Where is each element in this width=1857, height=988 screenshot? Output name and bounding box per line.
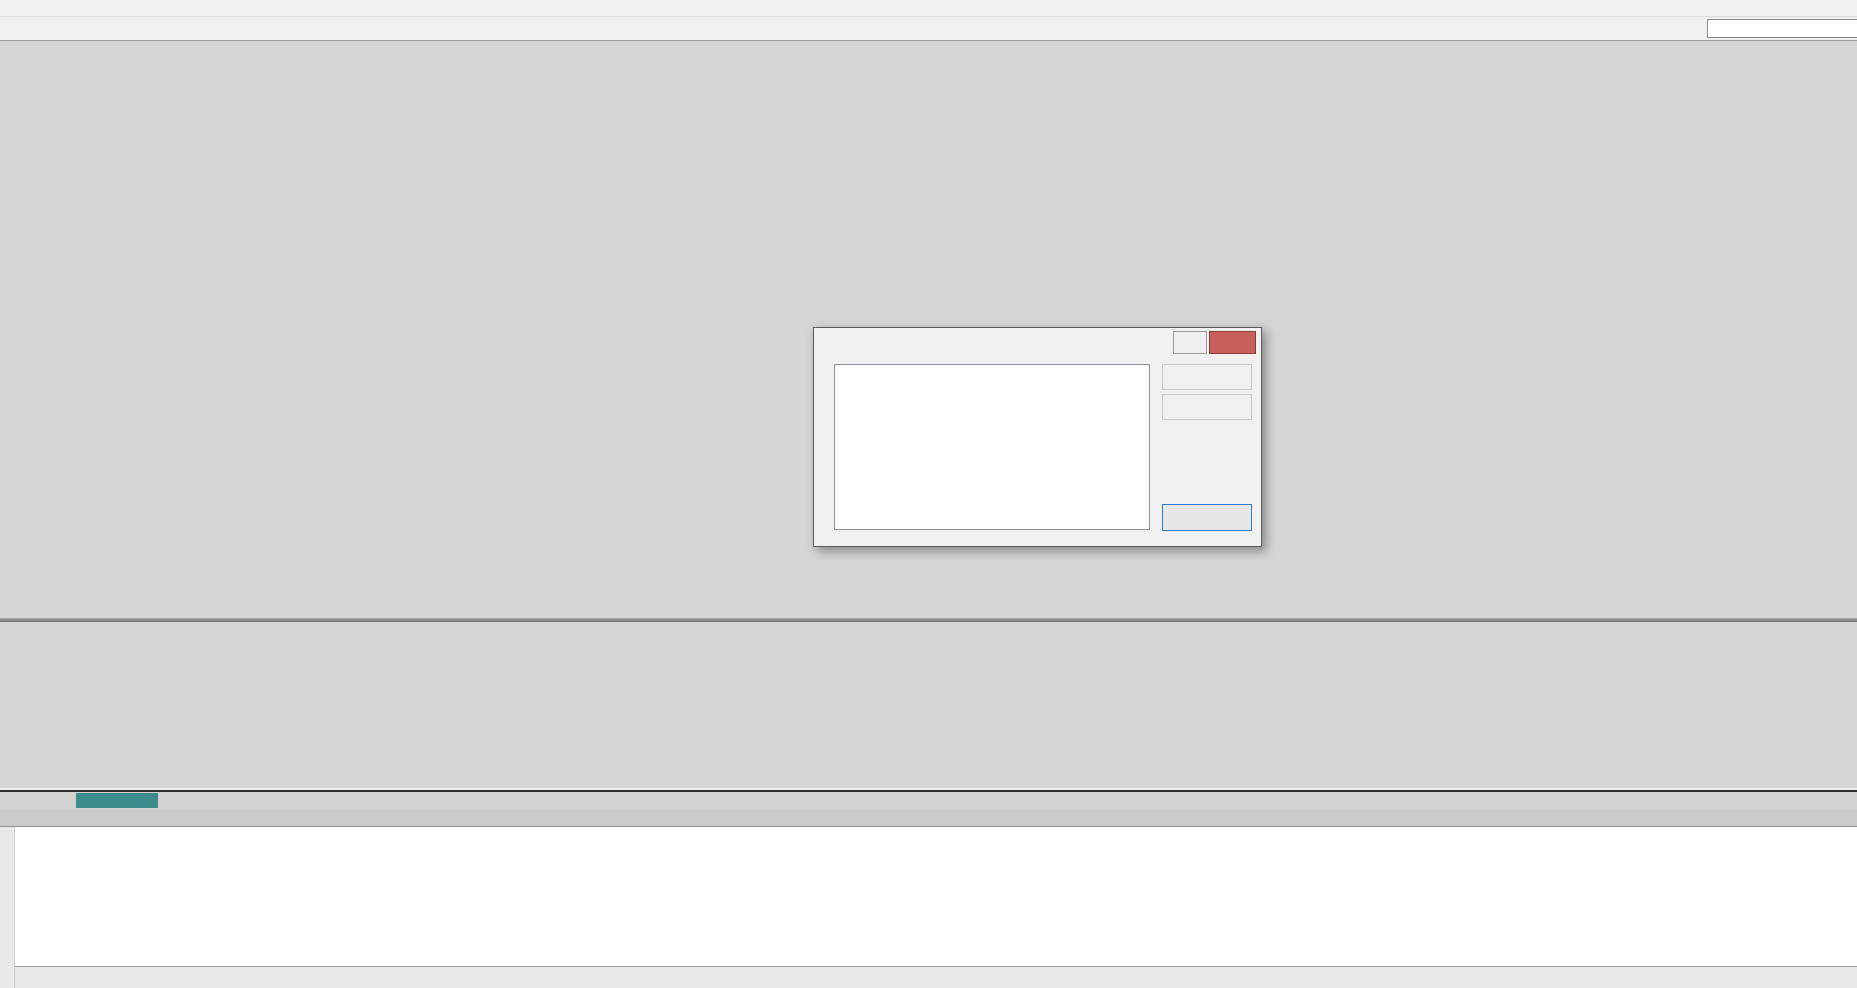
- status-bar: [0, 966, 1857, 988]
- indicator-pane[interactable]: [0, 622, 1857, 788]
- properties-button[interactable]: [1162, 364, 1252, 390]
- mt4-window: [0, 0, 1857, 988]
- toolbar-combobox[interactable]: [1707, 19, 1857, 38]
- dialog-help-button[interactable]: [1173, 331, 1207, 354]
- menu-bar: [0, 0, 1857, 17]
- terminal-panel: [0, 826, 1857, 967]
- time-axis[interactable]: [0, 790, 1857, 810]
- dialog-close-icon[interactable]: [1209, 331, 1256, 354]
- toolbar: [0, 17, 1857, 41]
- selected-time-badge: [76, 793, 158, 808]
- delete-button[interactable]: [1162, 394, 1252, 420]
- indicator-tree[interactable]: [834, 364, 1150, 530]
- dialog-titlebar[interactable]: [814, 328, 1261, 356]
- close-button[interactable]: [1162, 504, 1252, 531]
- terminal-side-strip: [0, 827, 15, 988]
- indicator-list-dialog: [813, 327, 1262, 547]
- chart-tab-bar: [0, 808, 1857, 827]
